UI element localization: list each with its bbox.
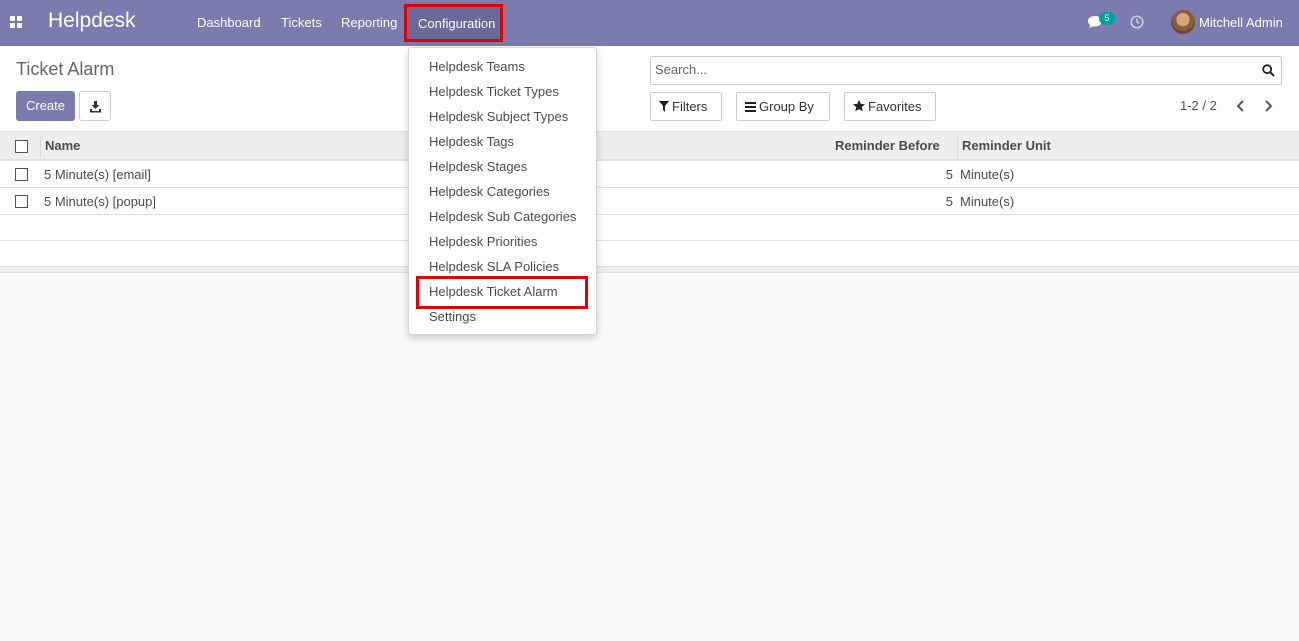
- menu-item-helpdesk-subject-types[interactable]: Helpdesk Subject Types: [429, 109, 568, 124]
- user-menu-name[interactable]: Mitchell Admin: [1199, 15, 1283, 30]
- menu-configuration[interactable]: Configuration: [404, 4, 503, 42]
- row-name: 5 Minute(s) [email]: [44, 167, 151, 182]
- page-title: Ticket Alarm: [16, 59, 115, 79]
- star-icon: [853, 100, 865, 112]
- menu-item-helpdesk-categories[interactable]: Helpdesk Categories: [429, 184, 550, 199]
- top-navbar: Helpdesk Dashboard Tickets Reporting Con…: [0, 0, 1299, 46]
- app-brand: Helpdesk: [48, 9, 136, 32]
- row-checkbox[interactable]: [15, 168, 28, 181]
- filters-button[interactable]: Filters: [650, 92, 722, 121]
- clock-icon[interactable]: [1130, 15, 1144, 29]
- filters-label: Filters: [672, 99, 708, 114]
- column-divider: [957, 136, 958, 158]
- menu-dashboard[interactable]: Dashboard: [197, 15, 261, 30]
- menu-item-helpdesk-sla-policies[interactable]: Helpdesk SLA Policies: [429, 259, 559, 274]
- empty-row: [0, 241, 1299, 267]
- control-panel: Ticket Alarm Create Filters Group By Fav…: [0, 46, 1299, 132]
- download-icon: [90, 101, 101, 113]
- menu-item-helpdesk-ticket-types[interactable]: Helpdesk Ticket Types: [429, 84, 559, 99]
- pager-value[interactable]: 1-2 / 2: [1180, 98, 1217, 113]
- list-view: Name Reminder Before Reminder Unit 5 Min…: [0, 132, 1299, 273]
- create-button[interactable]: Create: [16, 91, 75, 121]
- chevron-left-icon[interactable]: [1233, 98, 1249, 114]
- row-name: 5 Minute(s) [popup]: [44, 194, 157, 209]
- list-footer: [0, 267, 1299, 273]
- row-reminder-before: 5: [945, 194, 953, 209]
- menu-item-helpdesk-tags[interactable]: Helpdesk Tags: [429, 134, 514, 149]
- empty-row: [0, 215, 1299, 241]
- avatar[interactable]: [1171, 10, 1195, 34]
- search-input[interactable]: [655, 62, 1245, 77]
- menu-tickets[interactable]: Tickets: [281, 15, 322, 30]
- menu-item-helpdesk-ticket-alarm[interactable]: Helpdesk Ticket Alarm: [429, 284, 558, 299]
- download-button[interactable]: [79, 91, 111, 121]
- row-reminder-unit: Minute(s): [960, 167, 1015, 182]
- configuration-dropdown: Helpdesk Teams Helpdesk Ticket Types Hel…: [408, 47, 597, 335]
- chevron-right-icon[interactable]: [1260, 98, 1276, 114]
- menu-item-helpdesk-sub-categories[interactable]: Helpdesk Sub Categories: [429, 209, 576, 224]
- list-header: Name Reminder Before Reminder Unit: [0, 132, 1299, 161]
- menu-reporting[interactable]: Reporting: [341, 15, 397, 30]
- favorites-label: Favorites: [868, 99, 922, 114]
- menu-item-helpdesk-stages[interactable]: Helpdesk Stages: [429, 159, 527, 174]
- table-row[interactable]: 5 Minute(s) [email] 5 Minute(s): [0, 161, 1299, 188]
- menu-item-helpdesk-teams[interactable]: Helpdesk Teams: [429, 59, 525, 74]
- group-by-label: Group By: [759, 99, 814, 114]
- filter-icon: [659, 101, 669, 112]
- row-checkbox[interactable]: [15, 195, 28, 208]
- row-reminder-before: 5: [945, 167, 953, 182]
- group-by-button[interactable]: Group By: [736, 92, 830, 121]
- menu-configuration-label: Configuration: [418, 16, 496, 31]
- column-divider: [40, 136, 41, 158]
- search-bar: [650, 56, 1282, 85]
- menu-item-helpdesk-priorities[interactable]: Helpdesk Priorities: [429, 234, 537, 249]
- select-all-checkbox[interactable]: [15, 140, 28, 153]
- list-icon: [745, 102, 756, 112]
- apps-icon[interactable]: [10, 16, 23, 29]
- row-reminder-unit: Minute(s): [960, 194, 1015, 209]
- column-header-reminder-before[interactable]: Reminder Before: [835, 138, 940, 153]
- column-header-name[interactable]: Name: [45, 138, 80, 153]
- search-icon[interactable]: [1262, 64, 1275, 77]
- column-header-reminder-unit[interactable]: Reminder Unit: [962, 138, 1051, 153]
- table-row[interactable]: 5 Minute(s) [popup] 5 Minute(s): [0, 188, 1299, 215]
- favorites-button[interactable]: Favorites: [844, 92, 936, 121]
- message-count-badge: 5: [1099, 12, 1115, 25]
- menu-item-settings[interactable]: Settings: [429, 309, 476, 324]
